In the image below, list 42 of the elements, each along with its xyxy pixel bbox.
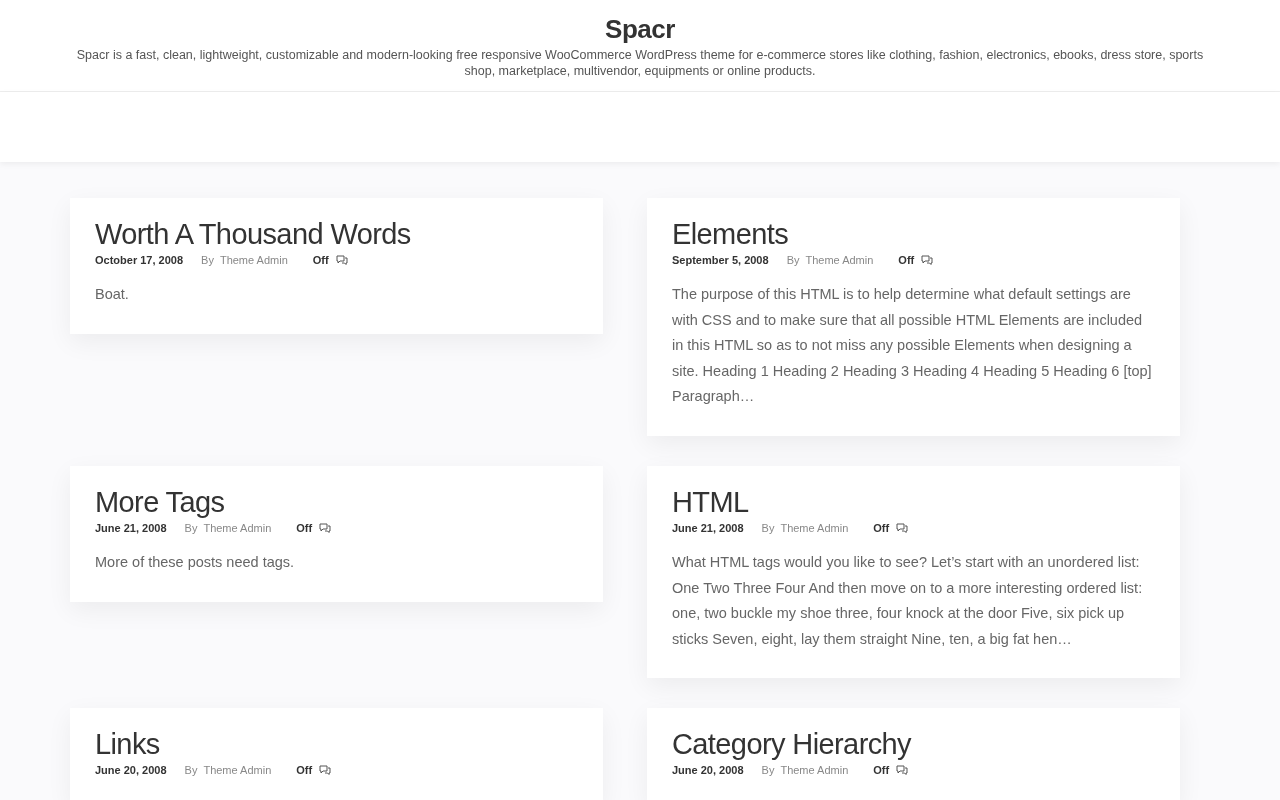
post-title[interactable]: Elements [672, 216, 789, 252]
by-label: By [761, 521, 775, 534]
post-excerpt: The purpose of this HTML is to help determine what default settings are with CSS and to make sure that all possible HTML Elements are included in this HTML so as to not miss any possible Elements when designing a site. Heading 1 Heading 2 Heading 3 Heading 4 Heading 5 Heading 6 [top] Paragraph… [672, 285, 1153, 407]
post-author[interactable]: Theme Admin [203, 764, 272, 777]
post-excerpt: More of these posts need tags. [95, 552, 296, 572]
by-label: By [201, 254, 214, 266]
post-author[interactable]: Theme Admin [780, 764, 849, 777]
comments-status: Off [873, 764, 890, 777]
post-title[interactable]: Links [95, 726, 160, 763]
by-label: By [786, 254, 800, 266]
post-date[interactable]: June 20, 2008 [672, 764, 744, 777]
post-author[interactable]: Theme Admin [203, 521, 272, 534]
by-label: By [184, 764, 198, 777]
comments-status: Off [898, 254, 915, 266]
comments-icon [921, 255, 934, 265]
post-date[interactable]: October 17, 2008 [95, 254, 184, 266]
comments-icon [335, 255, 348, 265]
post-date[interactable]: September 5, 2008 [672, 254, 769, 266]
post-title[interactable]: HTML [672, 483, 749, 520]
post-title[interactable]: More Tags [95, 483, 225, 520]
post-author[interactable]: Theme Admin [780, 521, 849, 534]
post-title[interactable]: Category Hierarchy [672, 726, 911, 763]
post-author[interactable]: Theme Admin [805, 254, 874, 266]
by-label: By [761, 764, 775, 777]
post-date[interactable]: June 20, 2008 [95, 764, 167, 777]
post-title[interactable]: Worth A Thousand Words [95, 216, 411, 252]
post-author[interactable]: Theme Admin [219, 254, 288, 266]
comments-status: Off [312, 254, 329, 266]
post-excerpt: Boat. [95, 285, 130, 304]
comments-status: Off [296, 764, 313, 777]
post-excerpt: What HTML tags would you like to see? Let’s start with an unordered list: One Two Three Four And then move on to a more interesting ordered list: one, two buckle my shoe three, four knock at the door Five, six pick up sticks Seven, eight, lay them straight Nine, ten, a big fat hen… [672, 552, 1144, 649]
comments-icon [319, 765, 332, 776]
comments-status: Off [873, 521, 890, 534]
comments-icon [896, 522, 909, 533]
post-date[interactable]: June 21, 2008 [95, 521, 167, 534]
by-label: By [184, 521, 198, 534]
post-date[interactable]: June 21, 2008 [672, 521, 744, 534]
comments-status: Off [296, 521, 313, 534]
comments-icon [896, 765, 909, 776]
comments-icon [319, 522, 332, 533]
site-tagline: Spacr is a fast, clean, lightweight, customizable and modern-looking free responsive WooCommerce WordPress theme for e-commerce stores like clothing, fashion, electronics, ebooks, dress store, sports shop, marketplace, multivendor, equipments or online products. [75, 47, 1205, 79]
site-title[interactable]: Spacr [605, 14, 675, 45]
